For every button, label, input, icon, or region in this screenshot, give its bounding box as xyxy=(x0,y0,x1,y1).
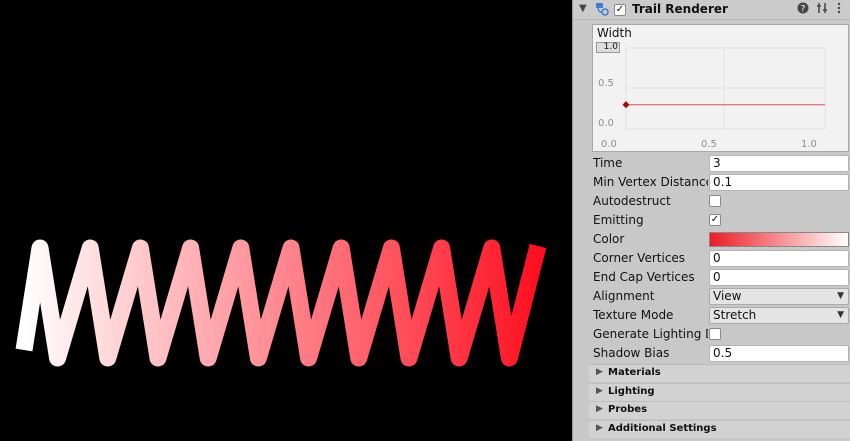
autodestruct-label: Autodestruct xyxy=(593,194,671,208)
chevron-right-icon: ▶ xyxy=(596,423,603,433)
section-probes-label: Probes xyxy=(608,404,648,415)
alignment-dropdown[interactable]: View ▼ xyxy=(709,288,849,305)
row-corner-vertices: Corner Vertices 0 xyxy=(573,249,850,268)
end-cap-vertices-field[interactable]: 0 xyxy=(709,269,849,286)
x-axis-mid-label: 0.5 xyxy=(701,139,717,150)
row-alignment: Alignment View ▼ xyxy=(573,287,850,306)
texture-mode-dropdown[interactable]: Stretch ▼ xyxy=(709,307,849,324)
end-cap-vertices-label: End Cap Vertices xyxy=(593,270,695,284)
corner-vertices-label: Corner Vertices xyxy=(593,251,686,265)
inspector-panel: ▼ ✓ Trail Renderer ? Width 1.0 0.5 0.0 0… xyxy=(572,0,850,441)
shadow-bias-field[interactable]: 0.5 xyxy=(709,345,849,362)
color-label: Color xyxy=(593,232,625,246)
generate-lighting-data-checkbox[interactable] xyxy=(709,328,721,340)
chevron-right-icon: ▶ xyxy=(596,386,603,396)
corner-vertices-field[interactable]: 0 xyxy=(709,250,849,267)
dropdown-arrow-icon: ▼ xyxy=(837,291,844,301)
x-axis-max-label: 1.0 xyxy=(801,139,817,150)
svg-text:?: ? xyxy=(801,5,806,15)
section-probes[interactable]: ▶ Probes xyxy=(589,401,850,419)
time-field[interactable]: 3 xyxy=(709,155,849,172)
section-lighting-label: Lighting xyxy=(608,386,655,397)
row-time: Time 3 xyxy=(573,154,850,173)
alignment-label: Alignment xyxy=(593,289,655,303)
color-gradient-field[interactable] xyxy=(709,232,849,247)
row-end-cap-vertices: End Cap Vertices 0 xyxy=(573,268,850,287)
presets-icon[interactable] xyxy=(816,2,828,17)
row-generate-lighting-data: Generate Lighting Data xyxy=(573,325,850,344)
autodestruct-checkbox[interactable] xyxy=(709,195,721,207)
row-shadow-bias: Shadow Bias 0.5 xyxy=(573,344,850,363)
y-axis-min-label: 0.0 xyxy=(598,118,614,129)
trail-renderer-preview xyxy=(15,239,547,367)
trail-renderer-icon xyxy=(596,3,609,16)
help-icon[interactable]: ? xyxy=(797,2,809,17)
width-curve-title: Width xyxy=(597,26,632,40)
section-additional-settings-label: Additional Settings xyxy=(608,423,717,434)
width-curve-plot[interactable] xyxy=(593,25,848,151)
row-autodestruct: Autodestruct xyxy=(573,192,850,211)
min-vertex-distance-field[interactable]: 0.1 xyxy=(709,174,849,191)
scene-viewport xyxy=(0,0,572,441)
kebab-menu-icon[interactable] xyxy=(836,2,842,17)
y-axis-mid-label: 0.5 xyxy=(598,78,614,89)
texture-mode-label: Texture Mode xyxy=(593,308,674,322)
alignment-value: View xyxy=(713,289,742,303)
section-lighting[interactable]: ▶ Lighting xyxy=(589,383,850,401)
chevron-down-icon[interactable]: ▼ xyxy=(579,3,587,14)
generate-lighting-data-label: Generate Lighting Data xyxy=(593,327,708,341)
row-min-vertex-distance: Min Vertex Distance 0.1 xyxy=(573,173,850,192)
x-axis-min-label: 0.0 xyxy=(601,139,617,150)
dropdown-arrow-icon: ▼ xyxy=(837,310,844,320)
section-materials-label: Materials xyxy=(608,367,661,378)
section-materials[interactable]: ▶ Materials xyxy=(589,364,850,382)
time-label: Time xyxy=(593,156,623,170)
row-emitting: Emitting ✓ xyxy=(573,211,850,230)
shadow-bias-label: Shadow Bias xyxy=(593,346,670,360)
texture-mode-value: Stretch xyxy=(713,308,757,322)
width-curve-editor[interactable]: Width 1.0 0.5 0.0 0.0 0.5 1.0 xyxy=(592,24,849,152)
width-curve-key[interactable] xyxy=(622,101,630,109)
chevron-right-icon: ▶ xyxy=(596,367,603,377)
chevron-right-icon: ▶ xyxy=(596,404,603,414)
component-title: Trail Renderer xyxy=(632,2,728,16)
min-vertex-distance-label: Min Vertex Distance xyxy=(593,175,708,189)
section-additional-settings[interactable]: ▶ Additional Settings xyxy=(589,420,850,438)
emitting-label: Emitting xyxy=(593,213,644,227)
row-color: Color xyxy=(573,230,850,249)
emitting-checkbox[interactable]: ✓ xyxy=(709,214,721,226)
trail-ribbon xyxy=(15,239,547,367)
row-texture-mode: Texture Mode Stretch ▼ xyxy=(573,306,850,325)
width-curve-max-field[interactable]: 1.0 xyxy=(596,42,620,53)
component-enabled-checkbox[interactable]: ✓ xyxy=(614,4,626,16)
component-header[interactable]: ▼ ✓ Trail Renderer ? xyxy=(573,0,850,20)
